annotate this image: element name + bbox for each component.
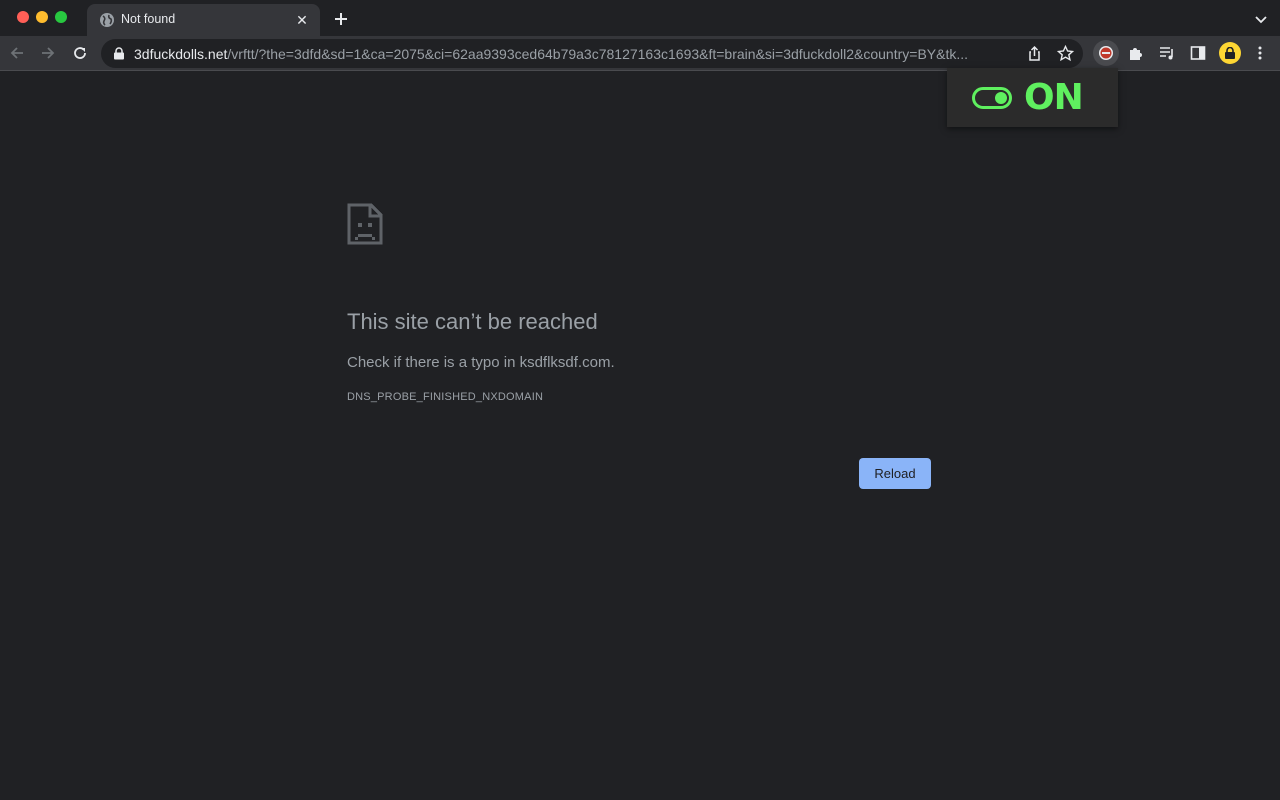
page-content: This site can’t be reached Check if ther…	[0, 72, 1280, 800]
lock-avatar-icon	[1225, 47, 1235, 59]
lock-icon[interactable]	[113, 47, 125, 60]
window-close-button[interactable]	[17, 11, 29, 23]
reading-list-icon[interactable]	[1158, 44, 1176, 62]
window-minimize-button[interactable]	[36, 11, 48, 23]
bookmark-star-icon[interactable]	[1057, 45, 1074, 62]
globe-icon	[100, 13, 114, 27]
error-description: Check if there is a typo in ksdflksdf.co…	[347, 354, 615, 371]
side-panel-icon[interactable]	[1189, 44, 1207, 62]
browser-toolbar: 3dfuckdolls.net/vrftt/?the=3dfd&sd=1&ca=…	[0, 36, 1280, 71]
new-tab-icon[interactable]	[331, 9, 351, 29]
tab-close-icon[interactable]: ✕	[294, 12, 310, 28]
tab-strip: Not found ✕	[0, 0, 1280, 36]
address-bar[interactable]: 3dfuckdolls.net/vrftt/?the=3dfd&sd=1&ca=…	[101, 39, 1083, 68]
reload-icon[interactable]	[71, 44, 89, 62]
more-menu-icon[interactable]	[1251, 44, 1269, 62]
puzzle-extensions-icon[interactable]	[1127, 44, 1145, 62]
reload-button[interactable]: Reload	[859, 458, 931, 489]
forward-arrow-icon[interactable]	[39, 44, 57, 62]
toggle-switch[interactable]	[972, 87, 1012, 109]
share-icon[interactable]	[1026, 45, 1043, 62]
back-arrow-icon[interactable]	[8, 44, 26, 62]
tab-title: Not found	[121, 12, 176, 26]
error-code: DNS_PROBE_FINISHED_NXDOMAIN	[347, 391, 544, 403]
url-host: 3dfuckdolls.net	[134, 46, 228, 62]
window-maximize-button[interactable]	[55, 11, 67, 23]
stop-sign-icon	[1099, 46, 1113, 60]
extension-active-button[interactable]	[1093, 40, 1119, 66]
toggle-state-label: ON	[1024, 77, 1084, 118]
chevron-down-icon[interactable]	[1254, 12, 1268, 26]
profile-avatar[interactable]	[1219, 42, 1241, 64]
error-title: This site can’t be reached	[347, 309, 598, 334]
toggle-knob	[995, 92, 1007, 104]
browser-tab[interactable]: Not found ✕	[87, 4, 320, 36]
url-text[interactable]: 3dfuckdolls.net/vrftt/?the=3dfd&sd=1&ca=…	[134, 46, 1014, 62]
url-path: /vrftt/?the=3dfd&sd=1&ca=2075&ci=62aa939…	[227, 46, 969, 62]
sad-page-icon	[347, 203, 383, 245]
extension-popup: ON	[947, 68, 1118, 127]
